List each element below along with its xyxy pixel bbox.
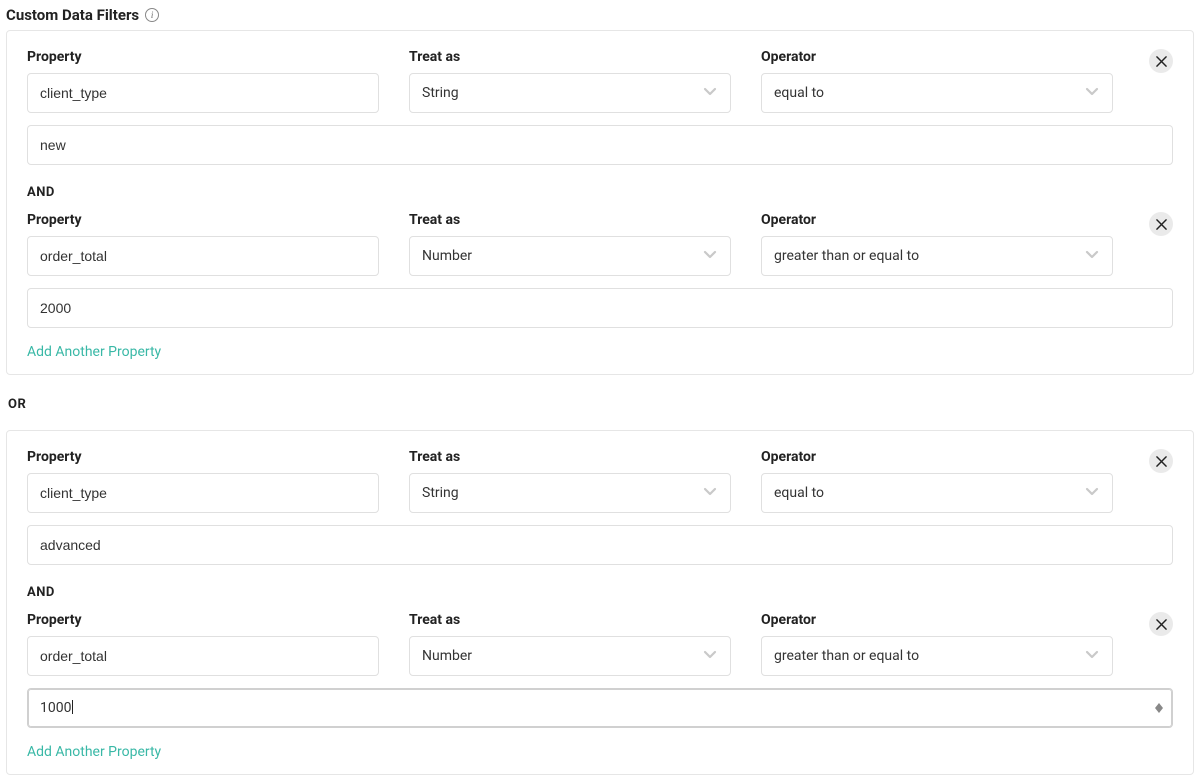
treat-as-label: Treat as — [409, 449, 731, 465]
operator-column: Operator equal to — [761, 449, 1113, 513]
remove-filter-button[interactable] — [1149, 612, 1173, 636]
treat-as-select[interactable]: Number — [409, 236, 731, 276]
treat-as-select[interactable]: String — [409, 73, 731, 113]
chevron-down-icon — [1084, 246, 1100, 266]
info-icon[interactable]: i — [145, 8, 159, 22]
add-another-property-link[interactable]: Add Another Property — [27, 744, 161, 760]
operator-value: equal to — [774, 485, 824, 501]
property-column: Property — [27, 449, 379, 513]
property-column: Property — [27, 612, 379, 676]
section-title: Custom Data Filters i — [6, 6, 1194, 24]
value-input[interactable]: 1000 — [27, 688, 1173, 728]
operator-label: Operator — [761, 49, 1113, 65]
chevron-down-icon — [1084, 483, 1100, 503]
treat-as-column: Treat as String — [409, 49, 731, 113]
remove-filter-button[interactable] — [1149, 49, 1173, 73]
treat-as-label: Treat as — [409, 212, 731, 228]
treat-as-label: Treat as — [409, 49, 731, 65]
value-input[interactable] — [27, 525, 1173, 565]
treat-as-value: Number — [422, 248, 472, 264]
filter-row: Property Treat as String Operator equal … — [27, 449, 1173, 513]
operator-select[interactable]: greater than or equal to — [761, 236, 1113, 276]
operator-select[interactable]: greater than or equal to — [761, 636, 1113, 676]
property-label: Property — [27, 449, 379, 465]
property-input[interactable] — [27, 636, 379, 676]
treat-as-value: String — [422, 85, 459, 101]
value-text: 1000 — [40, 700, 71, 716]
chevron-down-icon — [702, 246, 718, 266]
chevron-down-icon — [702, 483, 718, 503]
property-column: Property — [27, 212, 379, 276]
treat-as-column: Treat as String — [409, 449, 731, 513]
operator-value: equal to — [774, 85, 824, 101]
or-separator: OR — [8, 397, 1194, 412]
property-input[interactable] — [27, 73, 379, 113]
value-input[interactable] — [27, 125, 1173, 165]
chevron-down-icon — [1084, 646, 1100, 666]
treat-as-select[interactable]: String — [409, 473, 731, 513]
operator-column: Operator greater than or equal to — [761, 612, 1113, 676]
value-input[interactable] — [27, 288, 1173, 328]
operator-column: Operator equal to — [761, 49, 1113, 113]
section-title-text: Custom Data Filters — [6, 6, 139, 24]
operator-label: Operator — [761, 449, 1113, 465]
property-label: Property — [27, 612, 379, 628]
number-spinner-icon[interactable] — [1155, 703, 1163, 713]
operator-select[interactable]: equal to — [761, 73, 1113, 113]
add-another-property-link[interactable]: Add Another Property — [27, 344, 161, 360]
property-input[interactable] — [27, 236, 379, 276]
property-column: Property — [27, 49, 379, 113]
treat-as-column: Treat as Number — [409, 212, 731, 276]
filter-group: Property Treat as String Operator equal … — [6, 30, 1194, 375]
operator-value: greater than or equal to — [774, 648, 919, 664]
chevron-down-icon — [1084, 83, 1100, 103]
filter-group: Property Treat as String Operator equal … — [6, 430, 1194, 775]
operator-value: greater than or equal to — [774, 248, 919, 264]
operator-label: Operator — [761, 612, 1113, 628]
chevron-down-icon — [702, 83, 718, 103]
filter-row: Property Treat as Number Operator greate… — [27, 212, 1173, 276]
property-label: Property — [27, 49, 379, 65]
treat-as-select[interactable]: Number — [409, 636, 731, 676]
and-separator: AND — [27, 185, 1173, 200]
chevron-down-icon — [702, 646, 718, 666]
operator-select[interactable]: equal to — [761, 473, 1113, 513]
treat-as-value: String — [422, 485, 459, 501]
operator-column: Operator greater than or equal to — [761, 212, 1113, 276]
filter-row: Property Treat as String Operator equal … — [27, 49, 1173, 113]
text-caret — [71, 700, 73, 716]
property-label: Property — [27, 212, 379, 228]
and-separator: AND — [27, 585, 1173, 600]
remove-filter-button[interactable] — [1149, 449, 1173, 473]
remove-filter-button[interactable] — [1149, 212, 1173, 236]
property-input[interactable] — [27, 473, 379, 513]
operator-label: Operator — [761, 212, 1113, 228]
treat-as-label: Treat as — [409, 612, 731, 628]
filter-row: Property Treat as Number Operator greate… — [27, 612, 1173, 676]
treat-as-value: Number — [422, 648, 472, 664]
treat-as-column: Treat as Number — [409, 612, 731, 676]
